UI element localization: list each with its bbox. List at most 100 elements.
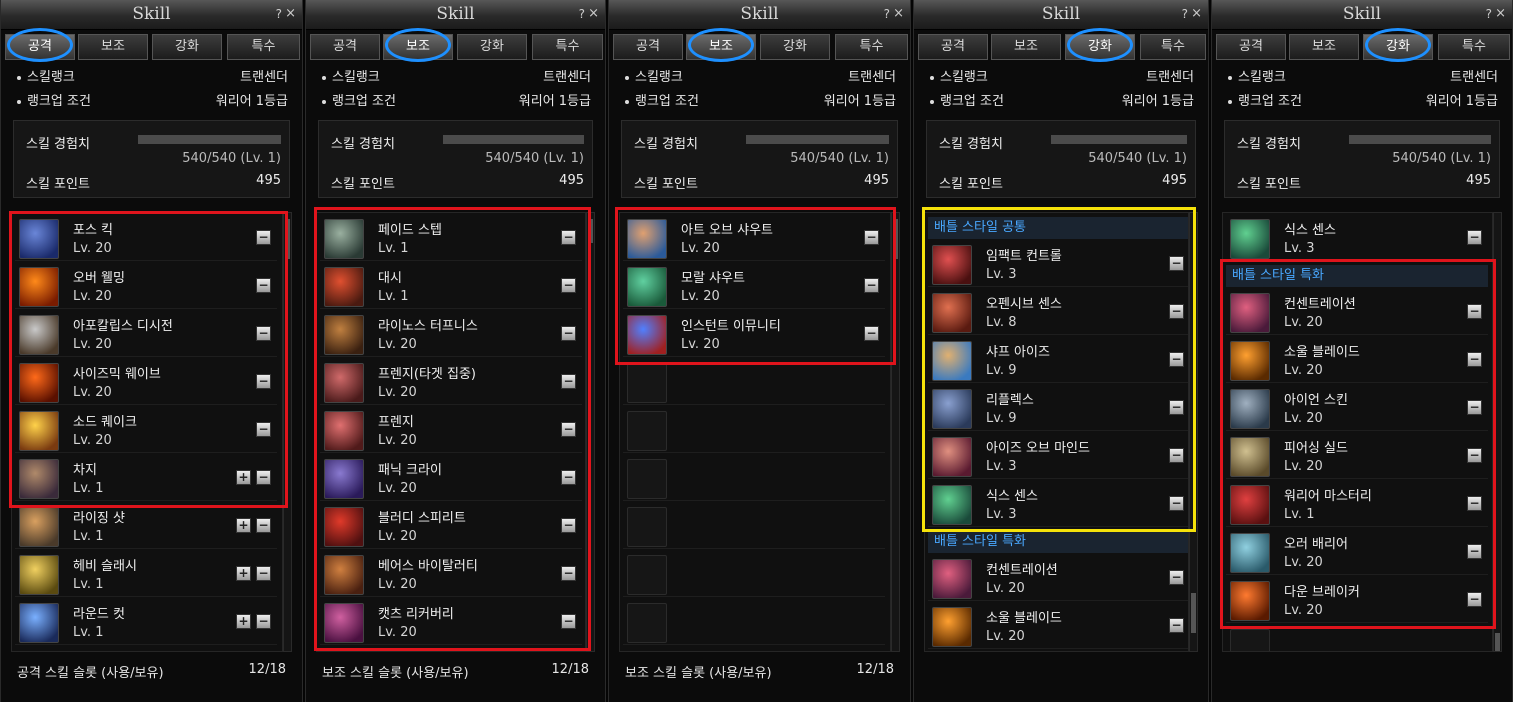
empty-slot-icon [627, 507, 667, 547]
points-value: 495 [864, 173, 889, 188]
exp-label: 스킬 경험치 [1237, 137, 1301, 152]
points-label: 스킬 포인트 [939, 177, 1003, 192]
tab-enhance[interactable]: 강화 [760, 34, 830, 60]
highlight-skills [9, 211, 288, 508]
rankup-condition-label: 랭크업 조건 [635, 94, 699, 109]
close-icon[interactable]: × [285, 6, 296, 21]
help-icon[interactable]: ? [1486, 7, 1492, 21]
exp-label: 스킬 경험치 [939, 137, 1003, 152]
minus-button[interactable]: − [256, 614, 271, 629]
selected-tab-highlight [7, 28, 73, 62]
minus-button[interactable]: − [1169, 618, 1184, 633]
bullet-icon [322, 76, 326, 80]
bullet-icon [625, 76, 629, 80]
help-icon[interactable]: ? [276, 7, 282, 21]
tab-special[interactable]: 특수 [227, 34, 300, 60]
skill-row[interactable]: 라운드 컷 Lv. 1 + − [15, 599, 277, 645]
rankup-condition-value: 워리어 1등급 [1425, 94, 1498, 109]
skill-rank-value: 트랜센더 [1450, 70, 1498, 85]
exp-bar [443, 135, 584, 144]
empty-slot-icon [627, 363, 667, 403]
rank-info: 스킬랭크 트랜센더 랭크업 조건 워리어 1등급 [11, 66, 292, 114]
slot-value: 12/18 [551, 662, 589, 677]
empty-slot [1226, 625, 1488, 651]
points-label: 스킬 포인트 [1237, 177, 1301, 192]
tab-attack[interactable]: 공격 [613, 34, 683, 60]
scrollbar-thumb[interactable] [1495, 633, 1500, 651]
tab-special[interactable]: 특수 [532, 34, 603, 60]
skill-rank-value: 트랜센더 [543, 70, 591, 85]
skill-level: Lv. 3 [1284, 241, 1315, 256]
tab-special[interactable]: 특수 [1140, 34, 1206, 60]
empty-slot-icon [627, 603, 667, 643]
title-bar[interactable]: Skill? × [1212, 0, 1512, 30]
help-icon[interactable]: ? [1182, 7, 1188, 21]
minus-button[interactable]: − [256, 566, 271, 581]
close-icon[interactable]: × [1191, 6, 1202, 21]
skill-rank: 스킬랭크 트랜센더 [1222, 66, 1502, 90]
slot-footer: 보조 스킬 슬롯 (사용/보유) 12/18 [322, 662, 589, 681]
points-label: 스킬 포인트 [26, 177, 90, 192]
skill-row[interactable]: 소울 블레이드 Lv. 20 − [928, 603, 1188, 649]
tab-special[interactable]: 특수 [1438, 34, 1510, 60]
section-special: 배틀 스타일 특화 [928, 531, 1188, 553]
sixth-sense-icon [1230, 219, 1270, 259]
slot-value: 12/18 [248, 662, 286, 677]
bullet-icon [930, 76, 934, 80]
skill-rank-label: 스킬랭크 [940, 70, 988, 85]
minus-button[interactable]: − [1467, 230, 1482, 245]
skill-row[interactable]: 라이징 샷 Lv. 1 + − [15, 503, 277, 549]
skill-window-5: Skill? × 공격 보조 강화 특수 스킬랭크 트랜센더 랭크업 조건 워리어 1등급 스킬 경… [1211, 0, 1513, 702]
tab-attack[interactable]: 공격 [310, 34, 380, 60]
plus-button[interactable]: + [236, 614, 251, 629]
title-bar[interactable]: Skill? × [914, 0, 1208, 30]
close-icon[interactable]: × [588, 6, 599, 21]
tab-attack[interactable]: 공격 [918, 34, 988, 60]
skill-rank: 스킬랭크 트랜센더 [619, 66, 900, 90]
help-icon[interactable]: ? [884, 7, 890, 21]
close-icon[interactable]: × [1495, 6, 1506, 21]
minus-button[interactable]: − [1169, 570, 1184, 585]
skill-row[interactable]: 헤비 슬래시 Lv. 1 + − [15, 551, 277, 597]
skill-window-3: Skill? × 공격 보조 강화 특수 스킬랭크 트랜센더 랭크업 조건 워리어 1등급 스킬 경… [608, 0, 911, 702]
minus-button[interactable]: − [256, 518, 271, 533]
title-bar[interactable]: Skill? × [306, 0, 605, 30]
exp-label: 스킬 경험치 [26, 137, 90, 152]
tab-support[interactable]: 보조 [991, 34, 1061, 60]
tab-bar: 공격 보조 강화 특수 [918, 34, 1206, 60]
empty-slot-icon [627, 555, 667, 595]
tab-support[interactable]: 보조 [1289, 34, 1359, 60]
skill-rank-value: 트랜센더 [1146, 70, 1194, 85]
skill-name: 소울 블레이드 [986, 611, 1062, 626]
exp-value: 540/540 (Lv. 1) [485, 151, 584, 166]
skill-rank-value: 트랜센더 [848, 70, 896, 85]
title-bar[interactable]: Skill? × [609, 0, 910, 30]
skill-name: 라이징 샷 [73, 511, 125, 526]
points-value: 495 [256, 173, 281, 188]
tab-special[interactable]: 특수 [835, 34, 908, 60]
title-bar[interactable]: Skill? × [1, 0, 302, 30]
exp-label: 스킬 경험치 [331, 137, 395, 152]
empty-slot [623, 407, 885, 453]
close-icon[interactable]: × [893, 6, 904, 21]
tab-enhance[interactable]: 강화 [152, 34, 222, 60]
plus-button[interactable]: + [236, 518, 251, 533]
rank-info: 스킬랭크 트랜센더 랭크업 조건 워리어 1등급 [924, 66, 1198, 114]
empty-slot-icon [627, 411, 667, 451]
plus-button[interactable]: + [236, 566, 251, 581]
help-icon[interactable]: ? [579, 7, 585, 21]
skill-rank-label: 스킬랭크 [1238, 70, 1286, 85]
skill-level: Lv. 20 [986, 581, 1025, 596]
skill-row[interactable]: 식스 센스 Lv. 3 − [1226, 215, 1488, 261]
bullet-icon [625, 100, 629, 104]
experience-box: 스킬 경험치 540/540 (Lv. 1) 스킬 포인트 495 [926, 120, 1196, 198]
tab-support[interactable]: 보조 [78, 34, 148, 60]
soul-blade-icon [932, 607, 972, 647]
skill-row[interactable]: 컨센트레이션 Lv. 20 − [928, 555, 1188, 601]
highlight-special [1220, 259, 1496, 629]
tab-enhance[interactable]: 강화 [457, 34, 527, 60]
empty-slot-icon [1230, 629, 1270, 651]
window-title: Skill [132, 4, 171, 24]
scrollbar-thumb[interactable] [1191, 593, 1196, 633]
tab-attack[interactable]: 공격 [1216, 34, 1286, 60]
